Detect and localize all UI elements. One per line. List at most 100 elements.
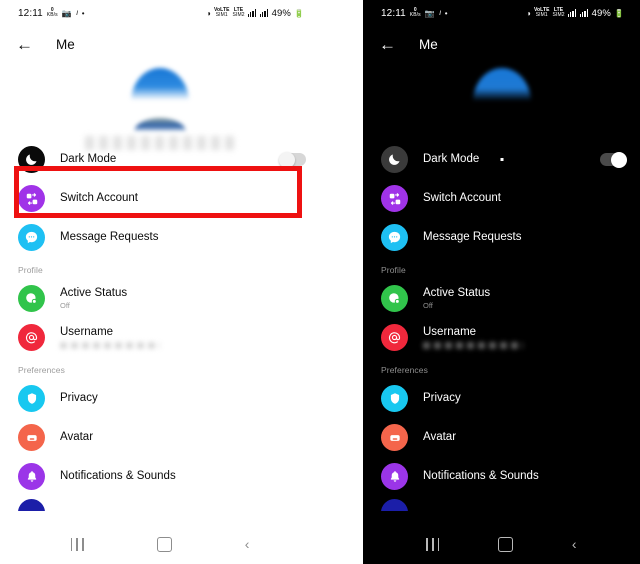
list-item-labels: Switch Account xyxy=(423,192,626,205)
active-status-icon xyxy=(18,285,45,312)
list-item[interactable]: Switch Account xyxy=(363,179,640,218)
list-item[interactable]: Active Status Off xyxy=(363,279,640,318)
list-item[interactable]: Privacy xyxy=(0,379,320,418)
profile-header-dark[interactable] xyxy=(363,62,640,161)
profile-dot-icon xyxy=(500,158,503,161)
toggle-knob xyxy=(279,151,295,168)
list-item-icon-wrap xyxy=(381,146,411,173)
dark-mode-toggle[interactable] xyxy=(600,151,627,168)
list-item-label: Avatar xyxy=(60,430,94,443)
list-item-icon-wrap xyxy=(381,185,411,212)
list-item-labels: Privacy xyxy=(60,392,306,405)
list-item-label: Active Status xyxy=(423,286,491,299)
status-bar-clock: 12:11 xyxy=(18,7,43,19)
avatar-blurred-secondary xyxy=(134,118,186,132)
list-item-label: Dark Mode xyxy=(60,152,117,165)
section-label: Profile xyxy=(381,265,406,275)
list-item-labels: Dark Mode xyxy=(60,153,280,166)
battery-icon: 🔋 xyxy=(613,8,624,18)
dark-mode-toggle[interactable] xyxy=(279,151,306,168)
moon-icon xyxy=(381,146,408,173)
shield-icon xyxy=(381,385,408,412)
list-item-labels: Avatar xyxy=(60,431,306,444)
moon-icon xyxy=(18,146,45,173)
list-item-labels: Notifications & Sounds xyxy=(60,470,306,483)
lte-sim2-icon: LTE SIM2 xyxy=(232,7,245,18)
list-item-labels: Username xyxy=(60,326,306,350)
recent-apps-icon[interactable] xyxy=(70,537,84,551)
list-item[interactable]: Privacy xyxy=(363,379,640,418)
list-item-icon-wrap xyxy=(381,424,411,451)
list-item-subtitle: Off xyxy=(423,300,433,310)
list-item-label: Active Status xyxy=(60,286,128,299)
settings-list-light: Dark Mode Switch Account Message Requests P… xyxy=(0,140,320,496)
list-item[interactable]: Switch Account xyxy=(0,179,320,218)
list-item[interactable]: Message Requests xyxy=(363,218,640,257)
list-item-icon-wrap xyxy=(381,285,411,312)
section-label: Preferences xyxy=(381,365,428,375)
back-chevron-icon[interactable]: ‹ xyxy=(245,537,250,551)
list-item-label: Privacy xyxy=(423,391,461,404)
switch-account-icon xyxy=(381,185,408,212)
android-nav-bar-light: ‹ xyxy=(0,524,320,564)
page-title: Me xyxy=(419,36,438,52)
list-item[interactable]: Notifications & Sounds xyxy=(0,457,320,496)
avatar-icon xyxy=(381,424,408,451)
lte-sim2-icon: LTE SIM2 xyxy=(552,7,565,18)
battery-percent-label: 49% xyxy=(591,7,611,19)
list-item-labels: Active Status Off xyxy=(60,287,306,311)
list-item[interactable]: Username xyxy=(0,318,320,357)
profile-header-light[interactable] xyxy=(0,62,320,150)
list-item-labels: Privacy xyxy=(423,392,626,405)
list-item[interactable]: Active Status Off xyxy=(0,279,320,318)
list-item-icon-wrap xyxy=(18,385,48,412)
home-icon[interactable] xyxy=(498,536,514,552)
recent-apps-icon[interactable] xyxy=(426,537,440,551)
list-item[interactable]: Avatar xyxy=(0,418,320,457)
profile-name-blurred xyxy=(85,136,235,150)
image-icon: 📷 xyxy=(424,8,435,18)
list-item-label: Message Requests xyxy=(60,230,159,243)
list-item-subtitle xyxy=(60,342,160,350)
status-bar-right-light: ◑ VoLTE SIM1 LTE SIM2 49% 🔋 xyxy=(206,8,304,19)
list-item-labels: Message Requests xyxy=(60,231,306,244)
home-icon[interactable] xyxy=(156,536,172,552)
shield-icon xyxy=(18,385,45,412)
list-item[interactable]: Username xyxy=(363,318,640,357)
dot-icon: • xyxy=(444,8,448,18)
list-item[interactable]: Notifications & Sounds xyxy=(363,457,640,496)
volte-sim1-icon: VoLTE SIM1 xyxy=(213,7,230,18)
list-item-icon-wrap xyxy=(381,463,411,490)
battery-percent-label: 49% xyxy=(271,7,291,19)
list-item-icon-wrap xyxy=(381,324,411,351)
dot-icon: • xyxy=(81,8,85,18)
bell-icon xyxy=(381,463,408,490)
list-item-icon-wrap xyxy=(18,463,48,490)
list-item[interactable]: Avatar xyxy=(363,418,640,457)
status-bar-clock: 12:11 xyxy=(381,7,406,19)
data-rate-icon: 0 KB/s xyxy=(46,7,58,18)
list-item-labels: Message Requests xyxy=(423,231,626,244)
list-item[interactable]: Message Requests xyxy=(0,218,320,257)
next-item-cutoff-icon xyxy=(381,499,408,511)
active-status-icon xyxy=(381,285,408,312)
list-item-label: Switch Account xyxy=(60,191,138,204)
signal-bars-2-icon xyxy=(579,9,589,17)
arrow-left-icon[interactable]: ← xyxy=(16,36,34,53)
avatar-blurred xyxy=(472,68,531,102)
list-item-label: Avatar xyxy=(423,430,457,443)
arrow-left-icon[interactable]: ← xyxy=(379,36,397,53)
bell-icon xyxy=(18,463,45,490)
status-bar-light: 12:11 0 KB/s 📷 𝚤 • ◑ VoLTE SIM1 LTE SIM2 49… xyxy=(0,0,320,26)
list-item-label: Message Requests xyxy=(423,230,522,243)
messenger-m-icon: 𝚤 xyxy=(438,8,441,17)
message-bubble-icon xyxy=(381,224,408,251)
status-bar-right-dark: ◑ VoLTE SIM1 LTE SIM2 49% 🔋 xyxy=(526,8,624,19)
signal-bars-1-icon xyxy=(247,9,257,17)
switch-account-icon xyxy=(18,185,45,212)
next-item-cutoff-icon xyxy=(18,499,45,511)
list-item-labels: Notifications & Sounds xyxy=(423,470,626,483)
list-item-labels: Avatar xyxy=(423,431,626,444)
back-chevron-icon[interactable]: ‹ xyxy=(572,537,577,551)
status-bar-left-light: 12:11 0 KB/s 📷 𝚤 • xyxy=(18,8,85,19)
